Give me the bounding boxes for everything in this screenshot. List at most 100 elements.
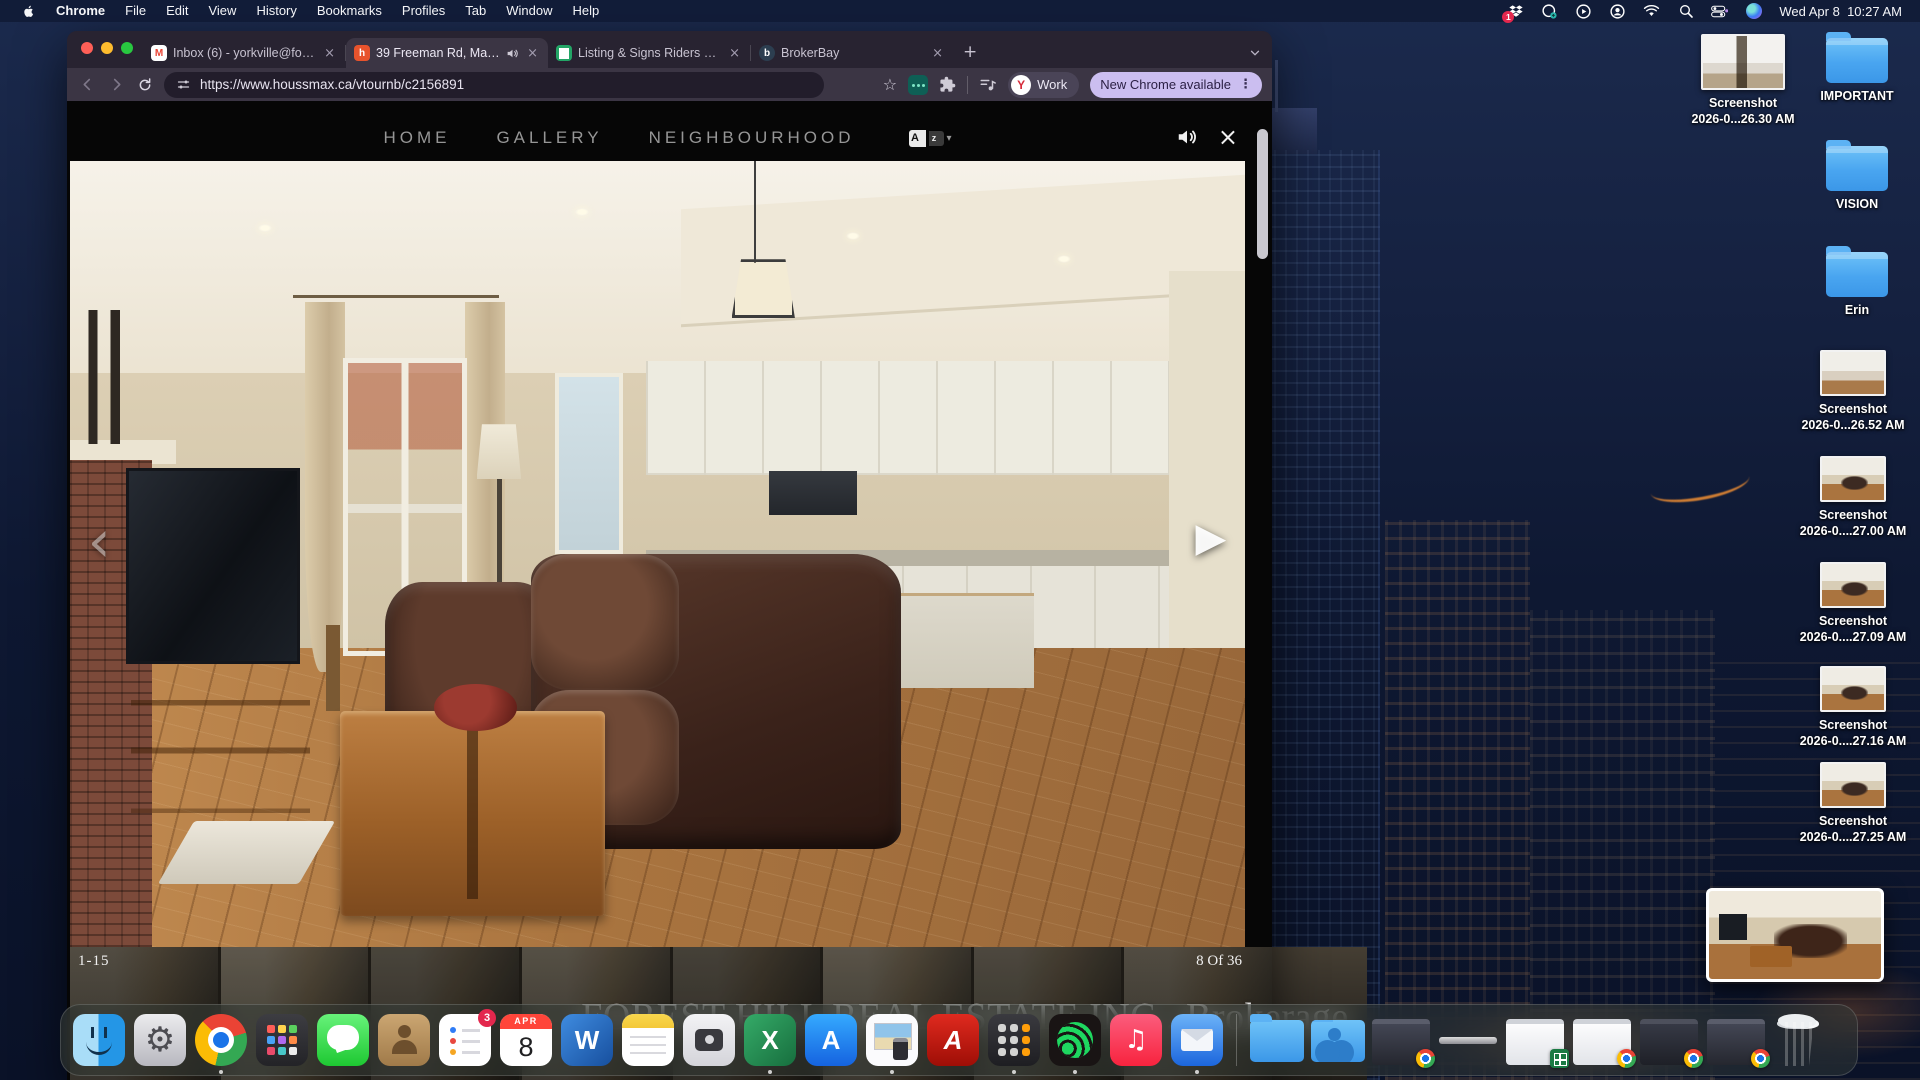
menu-edit[interactable]: Edit	[156, 0, 198, 22]
menu-window[interactable]: Window	[496, 0, 562, 22]
forward-button[interactable]	[106, 75, 126, 95]
screenshot-thumbnail[interactable]	[1820, 456, 1886, 502]
desktop-screenshot-5[interactable]: Screenshot 2026-0....27.16 AM	[1792, 666, 1914, 749]
play-button[interactable]: ▶	[1195, 515, 1226, 561]
desktop-folder-erin[interactable]: Erin	[1796, 252, 1918, 319]
dock-messages[interactable]	[317, 1014, 369, 1066]
tab-close-icon[interactable]: ×	[322, 46, 337, 61]
dock-system-settings[interactable]: ⚙	[134, 1014, 186, 1066]
screenshot-preview-float[interactable]	[1706, 888, 1884, 982]
dock-acrobat[interactable]: A	[927, 1014, 979, 1066]
zoom-window-button[interactable]	[121, 42, 133, 54]
tab-brokerbay[interactable]: b BrokerBay ×	[751, 38, 953, 68]
menu-history[interactable]: History	[246, 0, 306, 22]
menu-file[interactable]: File	[115, 0, 156, 22]
url-text[interactable]: https://www.houssmax.ca/vtournb/c2156891	[200, 77, 464, 92]
dock-app-store[interactable]: A	[805, 1014, 857, 1066]
menu-view[interactable]: View	[198, 0, 246, 22]
dock-minimized-strip[interactable]	[1439, 1037, 1497, 1044]
desktop-screenshot-4[interactable]: Screenshot 2026-0....27.09 AM	[1792, 562, 1914, 645]
siri-icon[interactable]	[1745, 3, 1762, 20]
desktop-screenshot-3[interactable]: Screenshot 2026-0....27.00 AM	[1792, 456, 1914, 539]
profile-chip[interactable]: Y Work	[1008, 72, 1079, 98]
dock-minimized-chrome-window[interactable]	[1573, 1019, 1631, 1065]
menu-app-name[interactable]: Chrome	[46, 0, 115, 22]
dock-reminders[interactable]: 3	[439, 1014, 491, 1066]
browser-menu-kebab-icon[interactable]: ⋮	[1239, 77, 1252, 92]
dock-minimized-excel-window[interactable]	[1506, 1019, 1564, 1065]
site-info-tune-icon[interactable]	[176, 77, 191, 92]
media-controls-icon[interactable]	[979, 76, 997, 94]
dock-user-folder[interactable]	[1311, 1014, 1363, 1066]
nav-home[interactable]: HOME	[383, 128, 450, 148]
tour-close-icon[interactable]: ×	[1218, 125, 1238, 149]
adobe-cc-icon[interactable]	[1541, 3, 1558, 20]
dock-word[interactable]: W	[561, 1014, 613, 1066]
folder-icon[interactable]	[1826, 38, 1888, 83]
tab-gmail[interactable]: M Inbox (6) - yorkville@foresthil ×	[143, 38, 345, 68]
dock-music[interactable]: ♫	[1110, 1014, 1162, 1066]
folder-icon[interactable]	[1826, 146, 1888, 191]
pinned-extension-icon[interactable]	[908, 75, 928, 95]
wifi-icon[interactable]	[1643, 3, 1660, 20]
extensions-puzzle-icon[interactable]	[939, 76, 956, 93]
desktop-folder-vision[interactable]: VISION	[1796, 146, 1918, 213]
dock-downloads-folder[interactable]	[1250, 1014, 1302, 1066]
previous-photo-arrow[interactable]: ‹	[88, 507, 111, 575]
dock-contacts[interactable]	[378, 1014, 430, 1066]
dock-preview[interactable]	[866, 1014, 918, 1066]
screenshot-thumbnail[interactable]	[1820, 666, 1886, 712]
bookmark-star-icon[interactable]: ☆	[883, 75, 897, 94]
tab-listing-signs[interactable]: Listing & Signs Riders main - ×	[548, 38, 750, 68]
dock-excel[interactable]: X	[744, 1014, 796, 1066]
tab-close-icon[interactable]: ×	[525, 46, 540, 61]
dock-minimized-chrome-window[interactable]	[1707, 1019, 1765, 1065]
minimize-window-button[interactable]	[101, 42, 113, 54]
new-tab-button[interactable]: +	[953, 42, 987, 68]
menubar-clock[interactable]: Wed Apr 8 10:27 AM	[1779, 4, 1902, 19]
chrome-update-button[interactable]: New Chrome available ⋮	[1090, 72, 1262, 98]
tab-39-freeman-rd[interactable]: h 39 Freeman Rd, Markham ×	[346, 38, 548, 68]
tab-close-icon[interactable]: ×	[930, 46, 945, 61]
back-button[interactable]	[77, 75, 97, 95]
dropbox-icon[interactable]: 1	[1507, 3, 1524, 20]
desktop-screenshot-1[interactable]: Screenshot 2026-0...26.30 AM	[1682, 34, 1804, 127]
screenshot-thumbnail[interactable]	[1701, 34, 1785, 90]
dock-notes[interactable]	[622, 1014, 674, 1066]
listing-photo[interactable]: ‹ ▶	[70, 161, 1245, 947]
translate-icon[interactable]: A z ▾	[909, 130, 956, 147]
screenshot-thumbnail[interactable]	[1820, 762, 1886, 808]
user-circle-icon[interactable]	[1609, 3, 1626, 20]
menu-profiles[interactable]: Profiles	[392, 0, 455, 22]
dock-finder[interactable]	[73, 1014, 125, 1066]
nav-gallery[interactable]: GALLERY	[496, 128, 602, 148]
play-circle-icon[interactable]	[1575, 3, 1592, 20]
screenshot-thumbnail[interactable]	[1820, 562, 1886, 608]
desktop-screenshot-2[interactable]: Screenshot 2026-0...26.52 AM	[1792, 350, 1914, 433]
menu-bookmarks[interactable]: Bookmarks	[307, 0, 392, 22]
nav-neighbourhood[interactable]: NEIGHBOURHOOD	[649, 128, 855, 148]
tab-search-chevron-icon[interactable]	[1248, 46, 1262, 60]
dock-minimized-chrome-window[interactable]	[1640, 1019, 1698, 1065]
search-icon[interactable]	[1677, 3, 1694, 20]
dock-minimized-chrome-window[interactable]	[1372, 1019, 1430, 1065]
control-center-icon[interactable]	[1711, 3, 1728, 20]
tab-close-icon[interactable]: ×	[727, 46, 742, 61]
address-bar[interactable]: https://www.houssmax.ca/vtournb/c2156891	[164, 72, 824, 98]
close-window-button[interactable]	[81, 42, 93, 54]
folder-icon[interactable]	[1826, 252, 1888, 297]
menu-tab[interactable]: Tab	[455, 0, 496, 22]
dock-screenshot-app[interactable]	[683, 1014, 735, 1066]
page-scrollbar[interactable]	[1257, 129, 1268, 259]
tour-sound-icon[interactable]	[1176, 126, 1198, 148]
dock-mail[interactable]	[1171, 1014, 1223, 1066]
dock-launchpad[interactable]	[256, 1014, 308, 1066]
dock-calendar[interactable]: APR 8	[500, 1014, 552, 1066]
dock-calculator[interactable]	[988, 1014, 1040, 1066]
reload-button[interactable]	[135, 75, 155, 95]
apple-menu-icon[interactable]	[12, 4, 46, 19]
menu-help[interactable]: Help	[563, 0, 610, 22]
tab-audio-icon[interactable]	[506, 47, 519, 60]
dock-spotify[interactable]	[1049, 1014, 1101, 1066]
dock-chrome[interactable]	[195, 1014, 247, 1066]
